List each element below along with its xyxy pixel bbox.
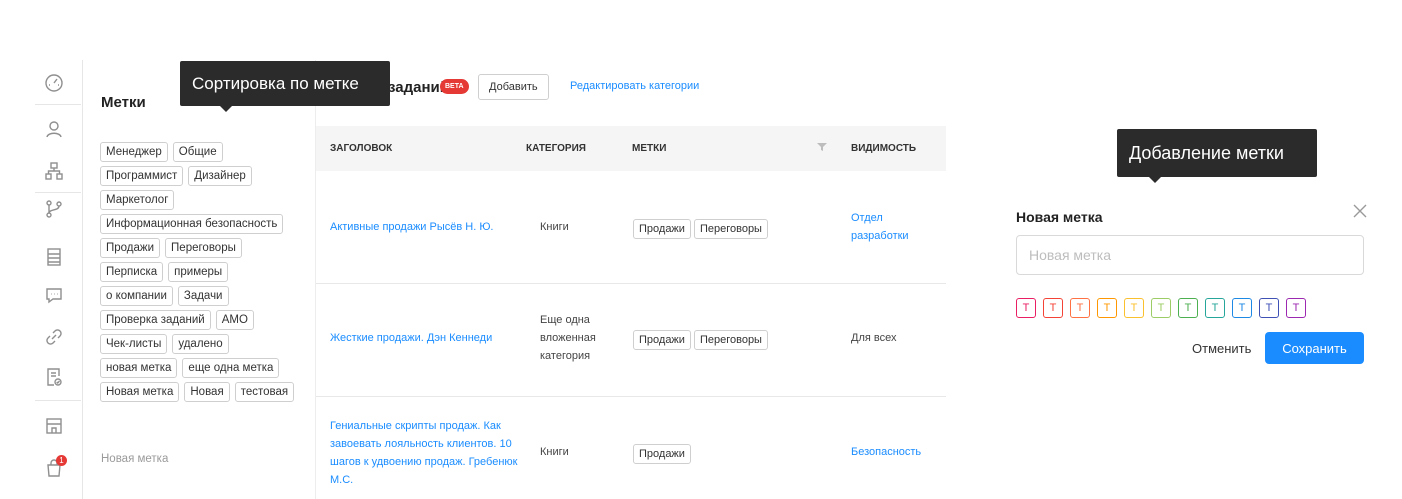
branch-icon[interactable] <box>41 196 67 222</box>
color-swatch[interactable]: T <box>1151 298 1171 318</box>
row-tag[interactable]: Продажи <box>633 219 691 239</box>
color-swatches: TTTTTTTTTTT <box>1016 298 1306 318</box>
tag-chip[interactable]: Общие <box>172 142 223 162</box>
beta-badge: BETA <box>440 79 469 94</box>
color-swatch[interactable]: T <box>1232 298 1252 318</box>
tags-panel: Метки Менеджер Общие Программист Дизайне… <box>83 60 316 499</box>
tasks-table: Заголовок Категория Метки Видимость Акти… <box>316 126 946 499</box>
column-header-category[interactable]: Категория <box>526 143 586 154</box>
table-header: Заголовок Категория Метки Видимость <box>316 126 946 171</box>
tag-name-input[interactable] <box>1016 235 1364 275</box>
color-swatch[interactable]: T <box>1016 298 1036 318</box>
chat-icon[interactable] <box>41 282 67 308</box>
color-swatch[interactable]: T <box>1124 298 1144 318</box>
tag-chip[interactable]: Дизайнер <box>188 166 252 186</box>
tag-chip[interactable]: Задачи <box>177 286 229 306</box>
save-button[interactable]: Сохранить <box>1265 332 1364 364</box>
row-tags: Продажи Переговоры <box>633 219 768 239</box>
tags-panel-title: Метки <box>101 94 146 111</box>
tag-chip[interactable]: Информационная безопасность <box>100 214 284 234</box>
tag-chip[interactable]: о компании <box>100 286 173 306</box>
row-title-link[interactable]: Активные продажи Рысёв Н. Ю. <box>330 218 520 236</box>
row-tags: Продажи Переговоры <box>633 330 768 350</box>
row-tag[interactable]: Продажи <box>633 330 691 350</box>
org-structure-icon[interactable] <box>41 158 67 184</box>
row-tag[interactable]: Продажи <box>633 444 691 464</box>
document-list-icon[interactable] <box>41 244 67 270</box>
new-tag-link[interactable]: Новая метка <box>101 453 168 465</box>
tag-chip[interactable]: Маркетолог <box>100 190 175 210</box>
row-title-link[interactable]: Гениальные скрипты продаж. Как завоевать… <box>330 417 530 489</box>
row-category: Книги <box>540 446 569 458</box>
column-header-tags[interactable]: Метки <box>632 143 666 154</box>
shopping-bag-icon[interactable]: 1 <box>41 455 67 481</box>
row-category: Книги <box>540 221 569 233</box>
modal-title: Новая метка <box>1016 209 1103 225</box>
dashboard-icon[interactable] <box>41 70 67 96</box>
column-header-visibility[interactable]: Видимость <box>851 143 916 154</box>
tag-chip[interactable]: примеры <box>168 262 229 282</box>
checklist-doc-icon[interactable] <box>41 364 67 390</box>
edit-categories-link[interactable]: Редактировать категории <box>570 80 699 92</box>
cancel-button[interactable]: Отменить <box>1178 332 1266 364</box>
table-row[interactable]: Жесткие продажи. Дэн Кеннеди Еще одна вл… <box>316 284 946 397</box>
tag-chip[interactable]: новая метка <box>100 358 178 378</box>
tag-chip[interactable]: еще одна метка <box>182 358 280 378</box>
table-row[interactable]: Гениальные скрипты продаж. Как завоевать… <box>316 397 946 499</box>
tag-chip[interactable]: Переговоры <box>165 238 242 258</box>
add-tag-tooltip: Добавление метки <box>1117 129 1317 183</box>
color-swatch[interactable]: T <box>1097 298 1117 318</box>
tag-chip[interactable]: Продажи <box>100 238 161 258</box>
tag-chip[interactable]: Новая метка <box>100 382 180 402</box>
row-title-link[interactable]: Жесткие продажи. Дэн Кеннеди <box>330 329 520 347</box>
color-swatch[interactable]: T <box>1205 298 1225 318</box>
color-swatch[interactable]: T <box>1043 298 1063 318</box>
row-tags: Продажи <box>633 444 691 464</box>
cart-badge: 1 <box>56 455 67 466</box>
tags-list: Менеджер Общие Программист Дизайнер Марк… <box>100 142 305 402</box>
link-icon[interactable] <box>41 324 67 350</box>
color-swatch[interactable]: T <box>1178 298 1198 318</box>
column-header-title[interactable]: Заголовок <box>330 143 392 154</box>
table-row[interactable]: Активные продажи Рысёв Н. Ю. Книги Прода… <box>316 171 946 284</box>
row-visibility[interactable]: Безопасность <box>851 443 921 461</box>
filter-icon[interactable] <box>817 142 827 152</box>
row-tag[interactable]: Переговоры <box>693 330 768 350</box>
page-header: заданий BETA Добавить Редактировать кате… <box>316 60 946 116</box>
row-visibility: Для всех <box>851 332 897 344</box>
row-visibility[interactable]: Отдел разработки <box>851 209 931 245</box>
color-swatch[interactable]: T <box>1259 298 1279 318</box>
row-category: Еще одна вложенная категория <box>540 314 596 362</box>
tag-chip[interactable]: тестовая <box>234 382 295 402</box>
tag-chip[interactable]: Чек-листы <box>100 334 168 354</box>
tag-chip[interactable]: Новая <box>184 382 230 402</box>
row-tag[interactable]: Переговоры <box>693 219 768 239</box>
tag-chip[interactable]: Менеджер <box>100 142 168 162</box>
add-button[interactable]: Добавить <box>478 74 549 100</box>
close-icon[interactable] <box>1352 203 1368 219</box>
sort-by-tag-tooltip: Сортировка по метке <box>180 61 390 112</box>
new-tag-modal: Новая метка TTTTTTTTTTT Отменить Сохрани… <box>1000 190 1382 370</box>
tag-chip[interactable]: Перписка <box>100 262 164 282</box>
user-icon[interactable] <box>41 116 67 142</box>
tag-chip[interactable]: Проверка заданий <box>100 310 211 330</box>
color-swatch[interactable]: T <box>1070 298 1090 318</box>
tag-chip[interactable]: AMO <box>215 310 254 330</box>
color-swatch[interactable]: T <box>1286 298 1306 318</box>
store-icon[interactable] <box>41 413 67 439</box>
tag-chip[interactable]: Программист <box>100 166 184 186</box>
sidebar-rail: 1 <box>35 60 83 499</box>
tag-chip[interactable]: удалено <box>172 334 229 354</box>
